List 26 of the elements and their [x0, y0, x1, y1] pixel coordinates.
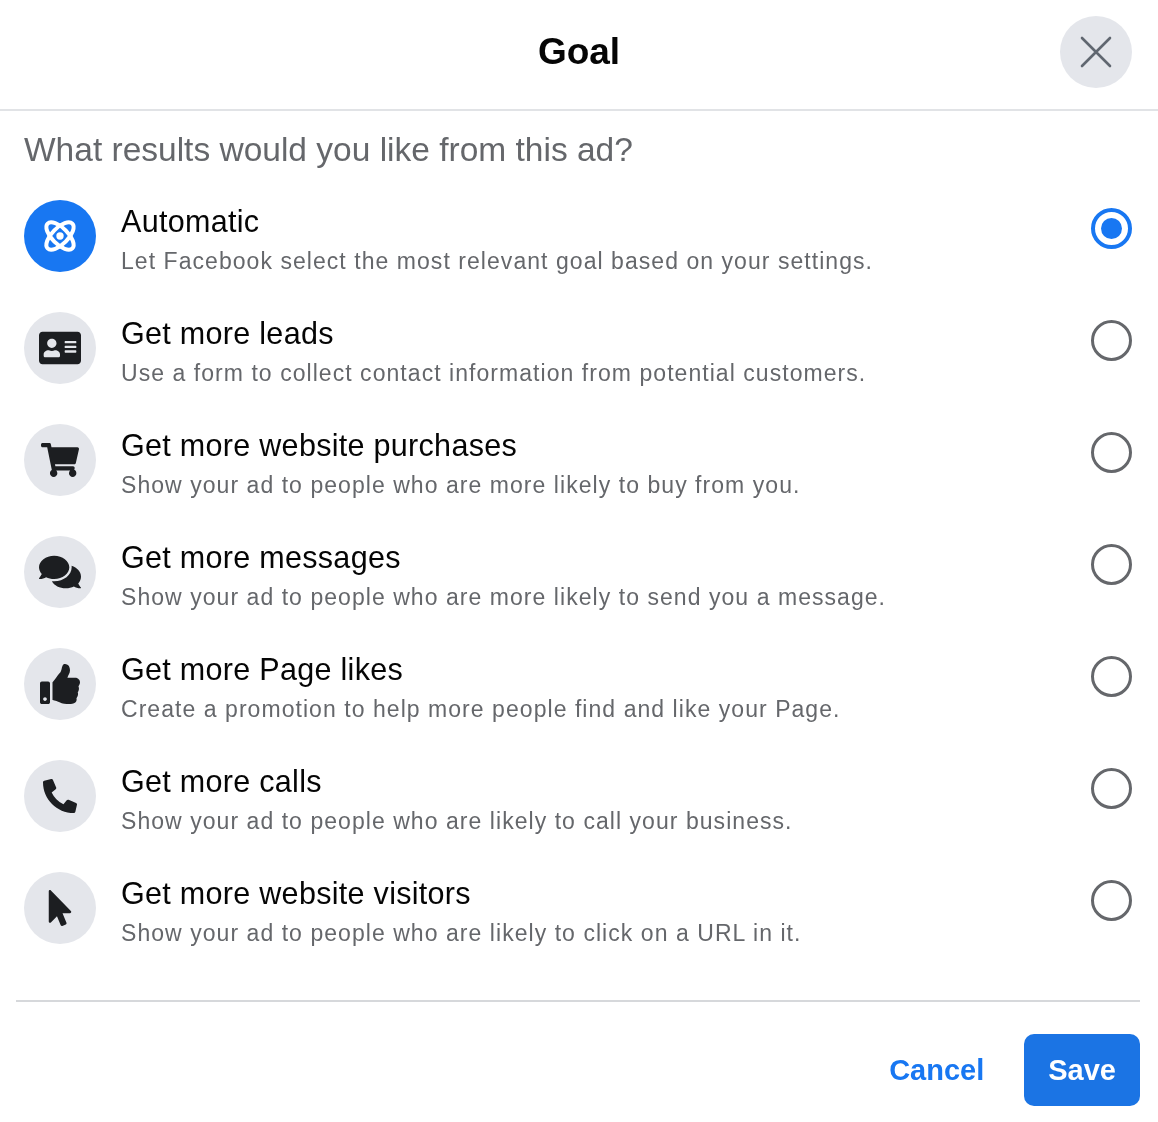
dialog-title: Goal: [537, 29, 621, 74]
save-button[interactable]: Save: [1024, 1034, 1140, 1106]
option-title: Get more messages: [121, 539, 402, 576]
option-description: Show your ad to people who are likely to click on a URL in it.: [121, 919, 803, 948]
question-text: What results would you like from this ad?: [24, 130, 634, 170]
radio-button[interactable]: [1091, 656, 1132, 697]
radio-button[interactable]: [1091, 208, 1132, 249]
option-description: Show your ad to people who are likely to call your business.: [121, 807, 794, 836]
option-title: Automatic: [121, 203, 261, 240]
radio-button[interactable]: [1091, 432, 1132, 473]
option-title: Get more calls: [121, 763, 323, 800]
radio-button[interactable]: [1091, 544, 1132, 585]
cancel-button[interactable]: Cancel: [889, 1050, 985, 1090]
radio-button[interactable]: [1091, 768, 1132, 809]
option-description: Use a form to collect contact information from potential customers.: [121, 359, 868, 388]
radio-button[interactable]: [1091, 880, 1132, 921]
option-title: Get more website visitors: [121, 875, 472, 912]
option-description: Create a promotion to help more people find and like your Page.: [121, 695, 842, 724]
option-description: Show your ad to people who are more likely to buy from you.: [121, 471, 802, 500]
close-icon: [1080, 35, 1112, 68]
option-title: Get more website purchases: [121, 427, 518, 464]
option-description: Let Facebook select the most relevant goal based on your settings.: [121, 247, 875, 276]
radio-button[interactable]: [1091, 320, 1132, 361]
option-description: Show your ad to people who are more likely to send you a message.: [121, 583, 888, 612]
option-title: Get more Page likes: [121, 651, 405, 688]
option-title: Get more leads: [121, 315, 335, 352]
